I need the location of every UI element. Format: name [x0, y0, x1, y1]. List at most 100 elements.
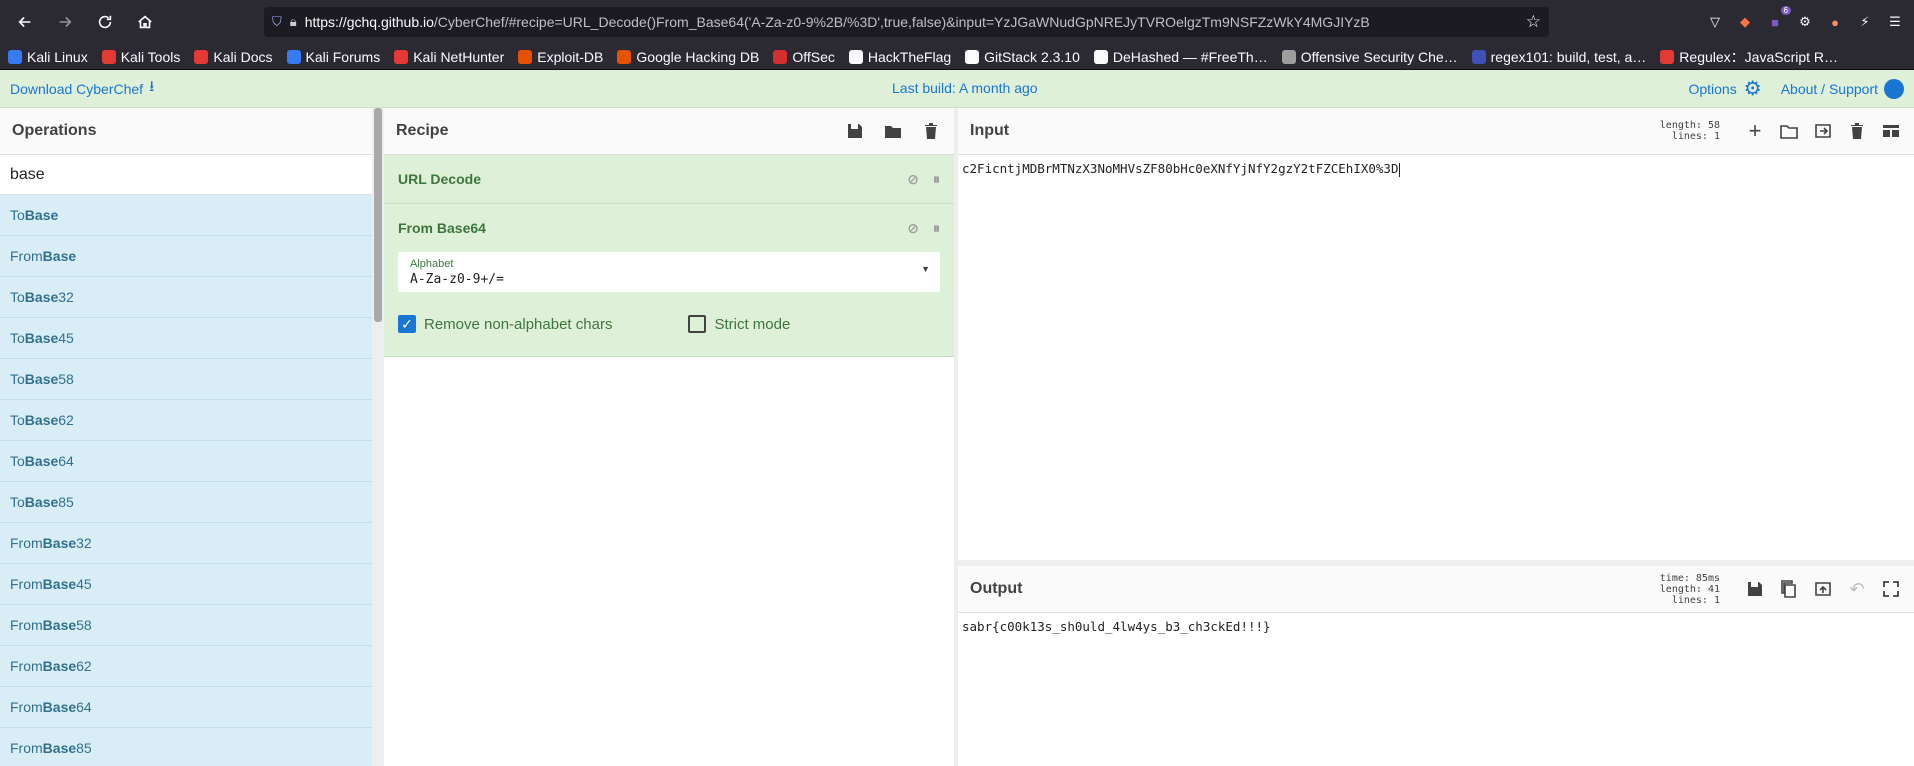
- pocket-icon[interactable]: ▽: [1704, 11, 1726, 33]
- operation-item[interactable]: From Base 85: [0, 728, 372, 766]
- shield-icon[interactable]: ⛉: [272, 14, 282, 30]
- bookmark-label: Exploit-DB: [537, 48, 604, 65]
- regulex-icon: [1660, 49, 1675, 64]
- layout-icon[interactable]: [1880, 120, 1902, 142]
- operation-item[interactable]: From Base 58: [0, 605, 372, 646]
- operations-search-input[interactable]: base: [0, 155, 372, 195]
- open-folder-icon[interactable]: [1778, 120, 1800, 142]
- operation-item[interactable]: To Base: [0, 195, 372, 236]
- disable-icon[interactable]: ⊘: [907, 171, 919, 188]
- bookmark-item[interactable]: Kali NetHunter: [394, 49, 504, 65]
- extension-badge-icon[interactable]: ■ 6: [1764, 6, 1791, 33]
- bookmark-item[interactable]: Kali Tools: [101, 49, 180, 65]
- operation-item[interactable]: To Base 45: [0, 318, 372, 359]
- strict-mode-checkbox[interactable]: Strict mode: [688, 315, 790, 333]
- about-label: About / Support: [1780, 80, 1878, 97]
- pause-icon[interactable]: ⏸︎: [933, 171, 940, 188]
- bookmark-item[interactable]: regex101: build, test, a…: [1471, 49, 1646, 65]
- forward-icon[interactable]: [48, 5, 82, 39]
- operation-item[interactable]: To Base 32: [0, 277, 372, 318]
- operation-label-post: 62: [76, 658, 92, 674]
- download-cyberchef-link[interactable]: Download CyberChef ⭳: [10, 76, 154, 101]
- url-bar[interactable]: ⛉ 🔒︎ https://gchq.github.io/CyberChef/#r…: [264, 7, 1549, 37]
- reload-icon[interactable]: [88, 5, 122, 39]
- operation-item[interactable]: From Base: [0, 236, 372, 277]
- bookmark-label: Kali Docs: [213, 48, 273, 65]
- recipe-op-from-base64[interactable]: From Base64 ⊘ ⏸︎ Alphabet A-Za-z0-9+/= ▼ …: [384, 204, 954, 357]
- operation-label-post: 62: [58, 412, 74, 428]
- bookmark-label: Kali NetHunter: [413, 48, 505, 65]
- bookmark-item[interactable]: Exploit-DB: [518, 49, 603, 65]
- replace-input-icon[interactable]: [1812, 578, 1834, 600]
- save-recipe-icon[interactable]: [844, 120, 866, 142]
- operation-label-pre: From: [10, 740, 43, 756]
- operation-label-post: 64: [58, 453, 74, 469]
- remove-non-alphabet-checkbox[interactable]: ✓ Remove non-alphabet chars: [398, 315, 612, 333]
- operation-label-hl: Base: [24, 371, 59, 387]
- bookmark-item[interactable]: GitStack 2.3.10: [965, 49, 1080, 65]
- operation-label-hl: Base: [24, 453, 59, 469]
- wappalyzer-icon[interactable]: ●: [1824, 11, 1846, 33]
- output-pane: Output time: 85ms length: 41 lines: 1 ↶ sa…: [958, 566, 1914, 766]
- operation-label-pre: From: [10, 248, 43, 264]
- url-text[interactable]: https://gchq.github.io/CyberChef/#recipe…: [305, 14, 1518, 30]
- about-support-link[interactable]: About / Support?: [1780, 78, 1904, 99]
- disable-icon[interactable]: ⊘: [907, 220, 919, 237]
- bookmark-item[interactable]: Kali Docs: [194, 48, 273, 65]
- maximise-icon[interactable]: [1880, 578, 1902, 600]
- back-icon[interactable]: [8, 5, 42, 39]
- options-link[interactable]: Options ⚙: [1688, 78, 1762, 100]
- input-textarea[interactable]: c2FicntjMDBrMTNzX3NoMHVsZF80bHc0eXNfYjNf…: [958, 155, 1914, 183]
- bookmark-item[interactable]: DeHashed — #FreeTh…: [1093, 49, 1268, 65]
- bookmark-label: OffSec: [792, 48, 835, 65]
- bookmark-star-icon[interactable]: ☆: [1526, 12, 1541, 32]
- bookmark-item[interactable]: Regulex：JavaScript R…: [1660, 47, 1838, 67]
- bookmark-item[interactable]: OffSec: [773, 49, 835, 65]
- input-stats: length: 58 lines: 1: [1660, 120, 1720, 142]
- pause-icon[interactable]: ⏸︎: [933, 220, 940, 237]
- operation-item[interactable]: To Base 64: [0, 441, 372, 482]
- operation-item[interactable]: From Base 32: [0, 523, 372, 564]
- add-tab-icon[interactable]: +: [1744, 118, 1766, 143]
- alphabet-select[interactable]: Alphabet A-Za-z0-9+/= ▼: [398, 252, 940, 292]
- operation-item[interactable]: From Base 62: [0, 646, 372, 687]
- copy-output-icon[interactable]: [1778, 578, 1800, 600]
- operation-item[interactable]: From Base 64: [0, 687, 372, 728]
- undo-icon[interactable]: ↶: [1846, 578, 1868, 600]
- operation-label-hl: Base: [42, 658, 77, 674]
- offsec-icon: [773, 49, 788, 64]
- output-textarea[interactable]: sabr{c00k13s_sh0uld_4lw4ys_b3_ch3ckEd!!!…: [958, 613, 1914, 640]
- clear-input-icon[interactable]: [1846, 120, 1868, 142]
- operation-label-post: 85: [76, 740, 92, 756]
- bookmark-label: GitStack 2.3.10: [984, 48, 1080, 65]
- menu-icon[interactable]: ☰: [1884, 11, 1906, 33]
- recipe-op-url-decode[interactable]: URL Decode ⊘ ⏸︎: [384, 155, 954, 204]
- foxyproxy-icon[interactable]: ◆: [1734, 11, 1756, 33]
- operations-list: To Base From Base To Base 32 To Base 45 To Bas…: [0, 195, 372, 766]
- hackbar-icon[interactable]: ⚡: [1854, 11, 1876, 33]
- operation-item[interactable]: From Base 45: [0, 564, 372, 605]
- load-recipe-icon[interactable]: [882, 120, 904, 142]
- bookmark-item[interactable]: Kali Linux: [8, 49, 88, 65]
- lock-icon[interactable]: 🔒︎: [290, 14, 297, 30]
- open-file-icon[interactable]: [1812, 120, 1834, 142]
- save-output-icon[interactable]: [1744, 578, 1766, 600]
- operation-label-pre: To: [10, 453, 25, 469]
- cookie-icon[interactable]: ⚙: [1794, 11, 1816, 33]
- operations-scrollbar[interactable]: [374, 108, 382, 322]
- home-icon[interactable]: [128, 5, 162, 39]
- operation-label-pre: From: [10, 617, 43, 633]
- operation-label-post: 45: [58, 330, 74, 346]
- operation-item[interactable]: To Base 85: [0, 482, 372, 523]
- bookmark-label: Kali Linux: [27, 48, 88, 65]
- checkbox-label: Strict mode: [714, 315, 791, 333]
- bookmark-item[interactable]: HackTheFlag: [848, 49, 951, 65]
- operation-item[interactable]: To Base 58: [0, 359, 372, 400]
- bookmark-item[interactable]: Kali Forums: [286, 49, 380, 65]
- output-lines: lines: 1: [1671, 594, 1720, 606]
- bookmark-item[interactable]: Google Hacking DB: [617, 49, 759, 65]
- clear-recipe-icon[interactable]: [920, 120, 942, 142]
- operation-item[interactable]: To Base 62: [0, 400, 372, 441]
- alphabet-label: Alphabet: [410, 258, 454, 270]
- bookmark-item[interactable]: Offensive Security Che…: [1281, 49, 1458, 65]
